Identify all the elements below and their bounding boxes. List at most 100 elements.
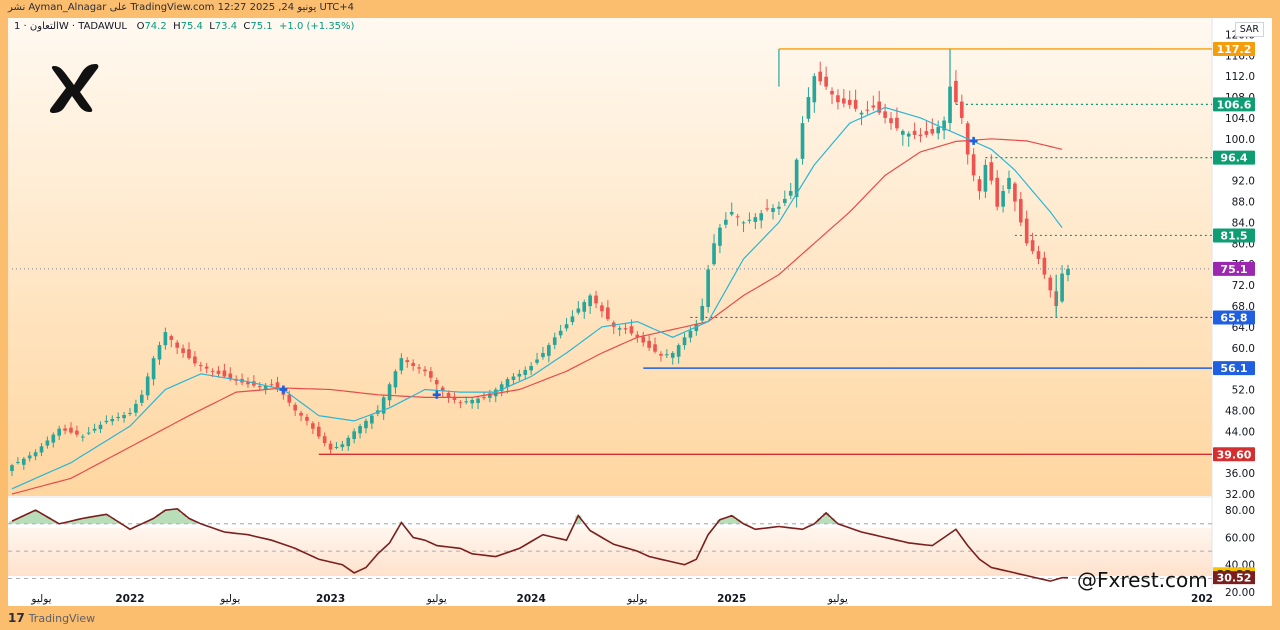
candle-body (906, 133, 911, 137)
candle-body (718, 227, 722, 246)
candle-body (824, 76, 828, 87)
candle-body (918, 134, 923, 137)
price-tag-text: 117.2 (1217, 43, 1252, 56)
high-label: H (173, 21, 181, 32)
price-tag-text: 56.1 (1220, 362, 1247, 375)
time-tick-label: 2025 (717, 593, 746, 605)
price-tick-label: 112.0 (1225, 71, 1255, 83)
price-tag-56.1: 56.1 (1213, 361, 1255, 376)
candle-body (358, 426, 362, 434)
time-tick-label: 2022 (115, 593, 144, 605)
candle-body (629, 326, 634, 334)
candle-body (204, 366, 209, 369)
chart-panel[interactable]: 120.0116.0112.0108.0104.0100.096.092.088… (8, 18, 1272, 606)
price-tick-label: 32.00 (1225, 489, 1255, 501)
candle-body (606, 307, 610, 320)
candle-body (1001, 191, 1005, 207)
open-value: 74.2 (144, 21, 167, 32)
candle-body (682, 337, 687, 346)
candle-body (741, 222, 746, 224)
candle-body (735, 216, 740, 218)
price-tag-text: 81.5 (1220, 229, 1247, 242)
time-tick-label: يوليو (219, 593, 240, 605)
candle-body (98, 424, 103, 430)
tradingview-logo-icon: 𝟭𝟳 (8, 611, 25, 625)
currency-button[interactable]: SAR (1234, 22, 1264, 37)
candle-body (27, 455, 32, 459)
candle-body (523, 369, 528, 375)
candle-body (889, 118, 893, 124)
candle-body (706, 269, 710, 307)
candle-body (617, 328, 622, 330)
candle-body (16, 462, 20, 464)
candle-body (1013, 183, 1017, 202)
price-tick-label: 104.0 (1225, 113, 1255, 125)
candle-body (900, 130, 905, 135)
candle-body (128, 413, 132, 415)
candle-body (110, 418, 115, 422)
candle-body (1007, 177, 1011, 189)
candle-body (1030, 240, 1035, 252)
candle-body (747, 219, 752, 221)
candle-body (812, 76, 817, 103)
candle-body (541, 352, 545, 358)
candle-body (800, 123, 805, 159)
candle-body (104, 420, 109, 423)
candle-body (653, 344, 657, 352)
price-chart[interactable]: 120.0116.0112.0108.0104.0100.096.092.088… (8, 18, 1272, 606)
candle-body (570, 316, 575, 323)
candle-body (641, 336, 646, 343)
candle-body (806, 97, 811, 119)
candle-body (582, 302, 587, 312)
price-tag-81.5: 81.5 (1213, 228, 1255, 243)
candle-body (75, 430, 79, 435)
candle-body (145, 376, 150, 396)
candle-body (588, 295, 592, 307)
price-tick-label: 60.0 (1232, 343, 1255, 355)
price-tag-text: 39.60 (1217, 448, 1252, 461)
candle-body (676, 345, 681, 357)
candle-body (688, 330, 693, 338)
footer-brand: 𝟭𝟳 TradingView (8, 610, 95, 626)
price-tag-39.60: 39.60 (1213, 447, 1255, 462)
price-tick-label: 100.0 (1225, 134, 1255, 146)
candle-body (753, 217, 758, 222)
candle-body (912, 130, 917, 135)
rsi-band (8, 528, 1212, 576)
candle-body (122, 414, 126, 419)
candle-body (446, 392, 451, 398)
price-tag-96.4: 96.4 (1213, 150, 1255, 165)
candle-body (222, 370, 227, 377)
publish-info: نشر Ayman_Alnagar على TradingView.com يو… (8, 2, 355, 13)
candle-body (783, 198, 787, 204)
price-tick-label: 48.00 (1225, 405, 1255, 417)
candle-body (198, 365, 203, 367)
price-tick-label: 72.0 (1232, 280, 1255, 292)
candle-body (434, 380, 439, 385)
candle-body (971, 154, 976, 176)
candle-body (842, 98, 846, 104)
footer-brand-label: TradingView (28, 611, 96, 625)
candle-body (57, 428, 62, 436)
candle-body (69, 427, 73, 433)
price-tick-label: 92.0 (1232, 176, 1255, 188)
symbol-ohlc-line: التعاون · 1W · TADAWUL O74.2 H75.4 L73.4… (14, 21, 354, 32)
price-tag-text: 96.4 (1220, 152, 1247, 165)
candle-body (21, 458, 26, 465)
candle-body (729, 211, 734, 215)
candle-body (547, 345, 551, 356)
candle-body (777, 206, 781, 209)
candle-body (364, 420, 368, 429)
candle-body (86, 432, 91, 434)
candle-body (193, 356, 197, 364)
candle-body (305, 416, 309, 421)
time-tick-label: يوليو (827, 593, 848, 605)
price-tick-label: 88.0 (1232, 197, 1255, 209)
price-tag-text: 106.6 (1217, 98, 1252, 111)
candle-body (924, 131, 929, 135)
candle-body (836, 95, 840, 103)
candle-body (116, 416, 121, 419)
candle-body (63, 428, 67, 431)
candle-body (311, 423, 315, 429)
candle-body (482, 397, 486, 399)
